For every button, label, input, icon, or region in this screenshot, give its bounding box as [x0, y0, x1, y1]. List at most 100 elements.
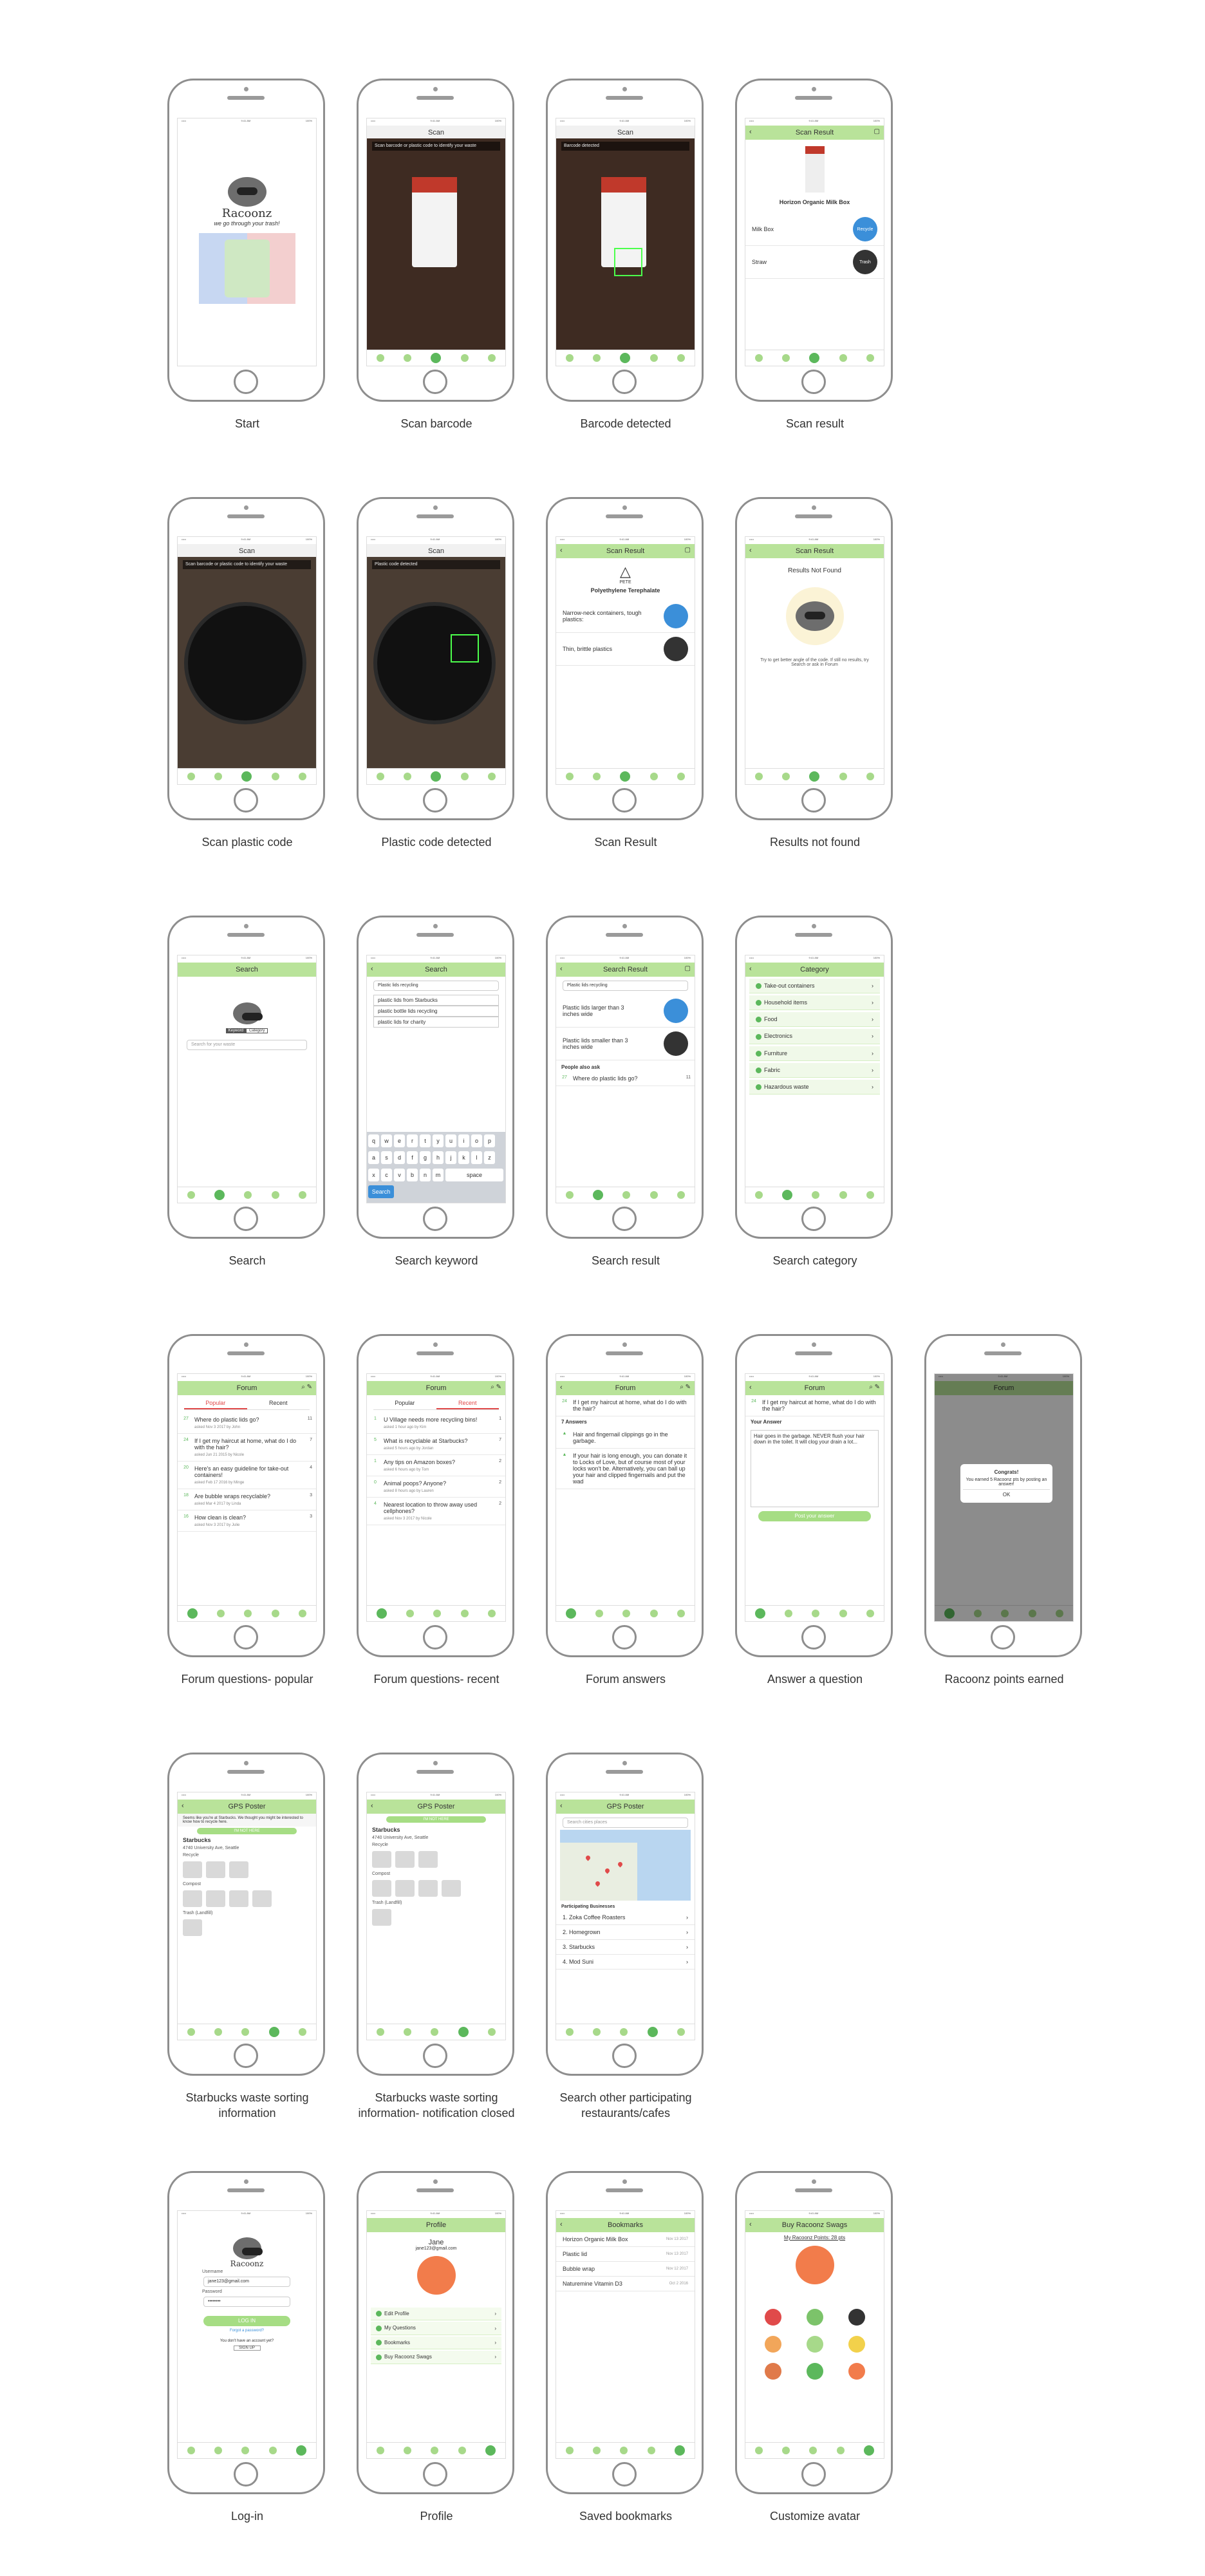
- key[interactable]: m: [433, 1168, 444, 1181]
- bowtie-icon[interactable]: [764, 2336, 781, 2353]
- key[interactable]: z: [484, 1151, 495, 1165]
- back-icon[interactable]: ‹: [749, 547, 752, 554]
- camera-view[interactable]: [367, 138, 505, 350]
- bag-icon[interactable]: [806, 2363, 823, 2380]
- not-here-button[interactable]: I'M NOT HERE: [386, 1816, 486, 1823]
- key[interactable]: n: [420, 1168, 431, 1181]
- not-here-button[interactable]: I'M NOT HERE: [197, 1828, 297, 1834]
- category-item[interactable]: Hazardous waste ›: [749, 1079, 880, 1095]
- camera-view[interactable]: [556, 138, 695, 350]
- key[interactable]: x: [368, 1168, 379, 1181]
- key[interactable]: c: [381, 1168, 392, 1181]
- password-field[interactable]: ••••••••: [203, 2297, 290, 2307]
- result-row[interactable]: Straw Trash: [745, 246, 884, 279]
- menu-item[interactable]: Edit Profile ›: [371, 2308, 501, 2321]
- back-icon[interactable]: ‹: [749, 128, 752, 136]
- avatar[interactable]: [416, 2256, 456, 2295]
- back-icon[interactable]: ‹: [560, 547, 563, 554]
- search-key[interactable]: Search: [368, 1185, 394, 1198]
- key[interactable]: l: [471, 1151, 482, 1165]
- key[interactable]: j: [445, 1151, 456, 1165]
- forum-tabs[interactable]: Popular Recent: [184, 1398, 310, 1410]
- key[interactable]: d: [394, 1151, 405, 1165]
- home-button[interactable]: [234, 370, 258, 394]
- place-search-input[interactable]: Search cities places: [563, 1818, 688, 1828]
- search-input[interactable]: Plastic lids recycling: [373, 981, 499, 991]
- category-item[interactable]: Take-out containers ›: [749, 979, 880, 994]
- business-item[interactable]: 1. Zoka Coffee Roasters ›: [556, 1910, 695, 1925]
- back-icon[interactable]: ‹: [749, 1384, 752, 1391]
- sunglasses-icon[interactable]: [848, 2309, 865, 2326]
- post-answer-button[interactable]: Post your answer: [758, 1511, 871, 1521]
- profile-tab-icon[interactable]: [487, 354, 496, 362]
- question-item[interactable]: 24 If I get my haircut at home, what do I…: [178, 1434, 316, 1462]
- ok-button[interactable]: OK: [963, 1489, 1050, 1498]
- search-compose-icon[interactable]: ⌕ ✎: [680, 1384, 691, 1391]
- suggestion[interactable]: plastic lids from Starbucks: [373, 995, 499, 1006]
- bookmark-item[interactable]: Naturemine Vitamin D3 Oct 2 2016: [556, 2277, 695, 2291]
- back-icon[interactable]: ‹: [749, 2221, 752, 2228]
- back-icon[interactable]: ‹: [371, 965, 373, 973]
- question-item[interactable]: 4 Nearest location to throw away used cel…: [367, 1498, 505, 1525]
- search-input[interactable]: Search for your waste: [187, 1040, 307, 1050]
- back-icon[interactable]: ‹: [182, 1802, 184, 1810]
- bookmark-icon[interactable]: ▢: [685, 965, 691, 972]
- bookmark-item[interactable]: Horizon Organic Milk Box Nov 13 2017: [556, 2232, 695, 2247]
- category-item[interactable]: Fabric ›: [749, 1062, 880, 1078]
- key[interactable]: w: [381, 1134, 392, 1147]
- bookmark-item[interactable]: Plastic lid Nov 13 2017: [556, 2247, 695, 2262]
- question-item[interactable]: 18 Are bubble wraps recyclable? asked Mar …: [178, 1489, 316, 1510]
- key[interactable]: f: [407, 1151, 418, 1165]
- key[interactable]: u: [445, 1134, 456, 1147]
- forum-tabs[interactable]: Popular Recent: [373, 1398, 499, 1410]
- suggestion[interactable]: plastic lids for charity: [373, 1017, 499, 1028]
- question-item[interactable]: 0 Animal poops? Anyone? asked 8 hours ago …: [367, 1476, 505, 1498]
- search-input[interactable]: Plastic lids recycling: [563, 981, 688, 991]
- home-tab-icon[interactable]: [377, 354, 385, 362]
- question-item[interactable]: 20 Here's an easy guideline for take-out …: [178, 1462, 316, 1489]
- back-icon[interactable]: ‹: [560, 1802, 563, 1810]
- badge-icon[interactable]: [764, 2363, 781, 2380]
- leaf-hat-icon[interactable]: [806, 2309, 823, 2326]
- back-icon[interactable]: ‹: [560, 965, 563, 973]
- camera-view[interactable]: [178, 557, 316, 769]
- flower-icon[interactable]: [848, 2363, 865, 2380]
- business-item[interactable]: 4. Mod Suni ›: [556, 1955, 695, 1970]
- menu-item[interactable]: Bookmarks ›: [371, 2336, 501, 2350]
- bookmark-item[interactable]: Bubble wrap Nov 12 2017: [556, 2262, 695, 2277]
- key[interactable]: r: [407, 1134, 418, 1147]
- key[interactable]: h: [433, 1151, 444, 1165]
- result-row[interactable]: Milk Box Recycle: [745, 213, 884, 246]
- key[interactable]: o: [471, 1134, 482, 1147]
- key[interactable]: k: [458, 1151, 469, 1165]
- search-compose-icon[interactable]: ⌕ ✎: [490, 1384, 501, 1391]
- back-icon[interactable]: ‹: [560, 1384, 563, 1391]
- category-item[interactable]: Food ›: [749, 1012, 880, 1028]
- category-item[interactable]: Electronics ›: [749, 1029, 880, 1044]
- question-item[interactable]: 27 Where do plastic lids go? 11: [556, 1071, 695, 1086]
- business-item[interactable]: 2. Homegrown ›: [556, 1925, 695, 1940]
- key[interactable]: v: [394, 1168, 405, 1181]
- key[interactable]: b: [407, 1168, 418, 1181]
- star-icon[interactable]: [848, 2336, 865, 2353]
- key[interactable]: t: [420, 1134, 431, 1147]
- key[interactable]: q: [368, 1134, 379, 1147]
- back-icon[interactable]: ‹: [560, 2221, 563, 2228]
- keyboard[interactable]: q w e r t y u i o p a s d f g h j k l z x c v b n m space Search: [367, 1132, 505, 1203]
- map[interactable]: [560, 1830, 691, 1901]
- question-item[interactable]: 16 How clean is clean? asked Nov 3 2017 by…: [178, 1510, 316, 1532]
- key[interactable]: e: [394, 1134, 405, 1147]
- scan-tab-icon[interactable]: [431, 353, 442, 363]
- category-item[interactable]: Household items ›: [749, 995, 880, 1011]
- username-field[interactable]: jane123@gmail.com: [203, 2277, 290, 2287]
- forgot-link[interactable]: Forgot a password?: [178, 2329, 316, 2333]
- menu-item[interactable]: My Questions ›: [371, 2322, 501, 2335]
- space-key[interactable]: space: [445, 1168, 503, 1181]
- search-compose-icon[interactable]: ⌕ ✎: [301, 1384, 312, 1391]
- question-item[interactable]: 27 Where do plastic lids go? asked Nov 3 2…: [178, 1413, 316, 1434]
- key[interactable]: g: [420, 1151, 431, 1165]
- avatar[interactable]: [795, 2246, 834, 2284]
- suggestion[interactable]: plastic bottle lids recycling: [373, 1006, 499, 1017]
- shirt-icon[interactable]: [806, 2336, 823, 2353]
- search-tab-icon[interactable]: [404, 354, 412, 362]
